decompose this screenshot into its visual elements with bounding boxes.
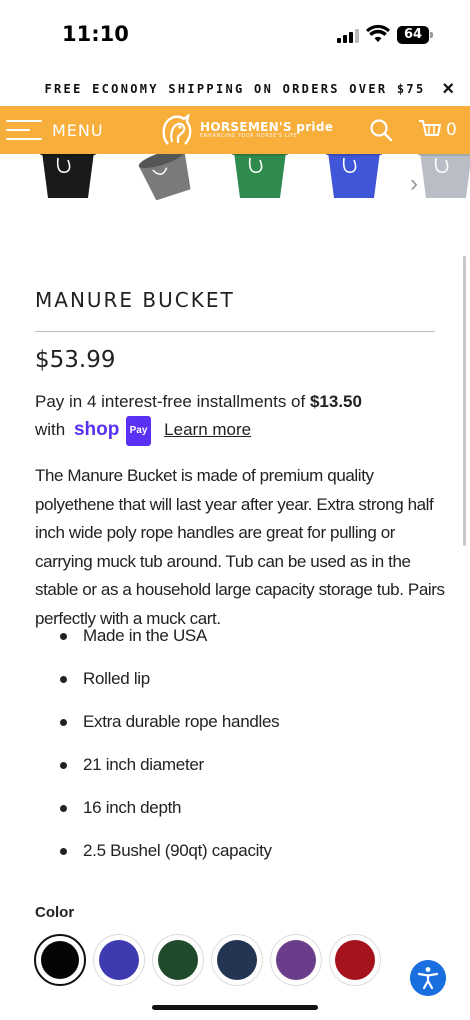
home-indicator	[152, 1005, 318, 1010]
site-logo[interactable]: HORSEMEN'S pride ENHANCING YOUR HORSE'S …	[158, 112, 333, 148]
battery-indicator: 64	[397, 26, 433, 44]
swatch-fill	[276, 940, 316, 980]
color-swatch-green[interactable]	[152, 934, 204, 986]
product-thumbnail-gray[interactable]	[134, 154, 198, 200]
feature-item: 21 inch diameter	[35, 751, 445, 794]
product-title: MANURE BUCKET	[35, 288, 235, 312]
installments-amount: $13.50	[309, 392, 362, 411]
color-swatches	[34, 934, 388, 986]
swatch-fill	[41, 941, 79, 979]
wifi-icon	[366, 24, 390, 42]
next-thumbnail-button[interactable]: ›	[410, 170, 418, 198]
swatch-fill	[99, 940, 139, 980]
close-promo-button[interactable]: ×	[442, 78, 454, 101]
feature-item: 16 inch depth	[35, 794, 445, 837]
product-thumbnail-black[interactable]	[36, 154, 100, 200]
signal-icon	[337, 29, 359, 43]
promo-text: FREE ECONOMY SHIPPING ON ORDERS OVER $75	[44, 82, 426, 96]
color-swatch-navy[interactable]	[211, 934, 263, 986]
status-bar: 11:10 64	[0, 0, 470, 72]
product-description: The Manure Bucket is made of premium qua…	[35, 466, 445, 628]
menu-label[interactable]: MENU	[52, 121, 104, 140]
logo-text: HORSEMEN'S pride ENHANCING YOUR HORSE'S …	[200, 119, 334, 139]
product-price: $53.99	[35, 347, 116, 373]
scrollbar[interactable]	[463, 256, 466, 546]
color-swatch-red[interactable]	[329, 934, 381, 986]
product-thumbnail-silver[interactable]	[414, 154, 470, 200]
shop-pay-logo: shop Pay	[74, 416, 152, 446]
pay-badge: Pay	[125, 416, 152, 446]
horse-logo-icon	[162, 113, 192, 145]
feature-list: Made in the USA Rolled lip Extra durable…	[35, 622, 445, 880]
hamburger-menu-icon[interactable]	[6, 118, 42, 142]
cart-count[interactable]: 0	[446, 120, 457, 140]
swatch-fill	[158, 940, 198, 980]
feature-item: 2.5 Bushel (90qt) capacity	[35, 837, 445, 880]
installments-with: with	[35, 420, 66, 439]
promo-banner: FREE ECONOMY SHIPPING ON ORDERS OVER $75…	[0, 72, 470, 106]
feature-item: Made in the USA	[35, 622, 445, 665]
color-label: Color	[35, 904, 75, 921]
accessibility-icon[interactable]	[410, 960, 446, 996]
search-icon[interactable]	[369, 118, 393, 142]
color-swatch-purple[interactable]	[270, 934, 322, 986]
color-swatch-black[interactable]	[34, 934, 86, 986]
site-header: MENU HORSEMEN'S pride ENHANCING YOUR HOR…	[0, 106, 470, 154]
swatch-fill	[335, 940, 375, 980]
color-swatch-blue[interactable]	[93, 934, 145, 986]
feature-item: Extra durable rope handles	[35, 708, 445, 751]
swatch-fill	[217, 940, 257, 980]
logo-tagline: ENHANCING YOUR HORSE'S LIFE	[200, 132, 298, 139]
learn-more-link[interactable]: Learn more	[164, 420, 251, 439]
cart-icon[interactable]	[418, 118, 442, 142]
title-divider	[35, 331, 435, 332]
product-thumbnails	[0, 154, 470, 204]
status-time: 11:10	[62, 22, 129, 46]
feature-item: Rolled lip	[35, 665, 445, 708]
product-thumbnail-blue[interactable]	[322, 154, 386, 200]
installments-prefix: Pay in 4 interest-free installments of	[35, 392, 310, 411]
product-thumbnail-green[interactable]	[228, 154, 292, 200]
installments-info: Pay in 4 interest-free installments of $…	[35, 388, 445, 446]
